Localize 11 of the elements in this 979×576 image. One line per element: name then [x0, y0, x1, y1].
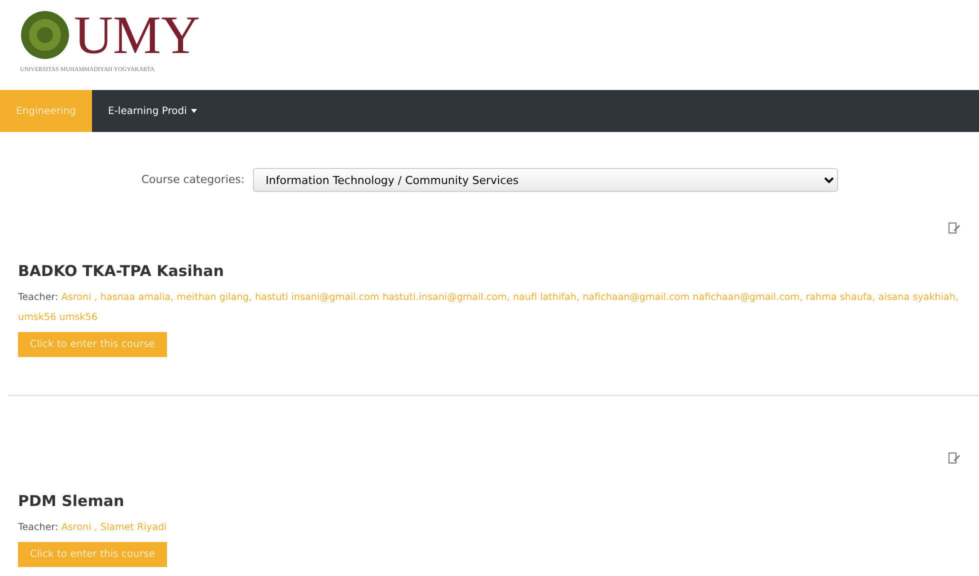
- teacher-list: Teacher: Asroni , hasnaa amalia, meithan gilang, hastuti insani@gmail.com hastuti.insani@gmail.com, naufi lathifah, nafichaan@gmail.com nafichaan@gmail.com, rahma shaufa, aisana syakhiah, umsk56 umsk56: [18, 288, 961, 328]
- edit-icon[interactable]: [948, 222, 961, 234]
- seal-logo-icon: [20, 10, 70, 60]
- edit-icon[interactable]: [948, 452, 961, 464]
- course-title[interactable]: PDM Sleman: [18, 492, 961, 510]
- nav-tab[interactable]: E-learning Prodi: [92, 90, 213, 132]
- logo-title: UMY: [74, 8, 200, 62]
- teacher-list: Teacher: Asroni , Slamet Riyadi: [18, 518, 961, 538]
- category-label: Course categories:: [141, 172, 245, 188]
- category-select[interactable]: Information Technology / Community Services: [252, 168, 838, 192]
- course-title[interactable]: BADKO TKA-TPA Kasihan: [18, 262, 961, 280]
